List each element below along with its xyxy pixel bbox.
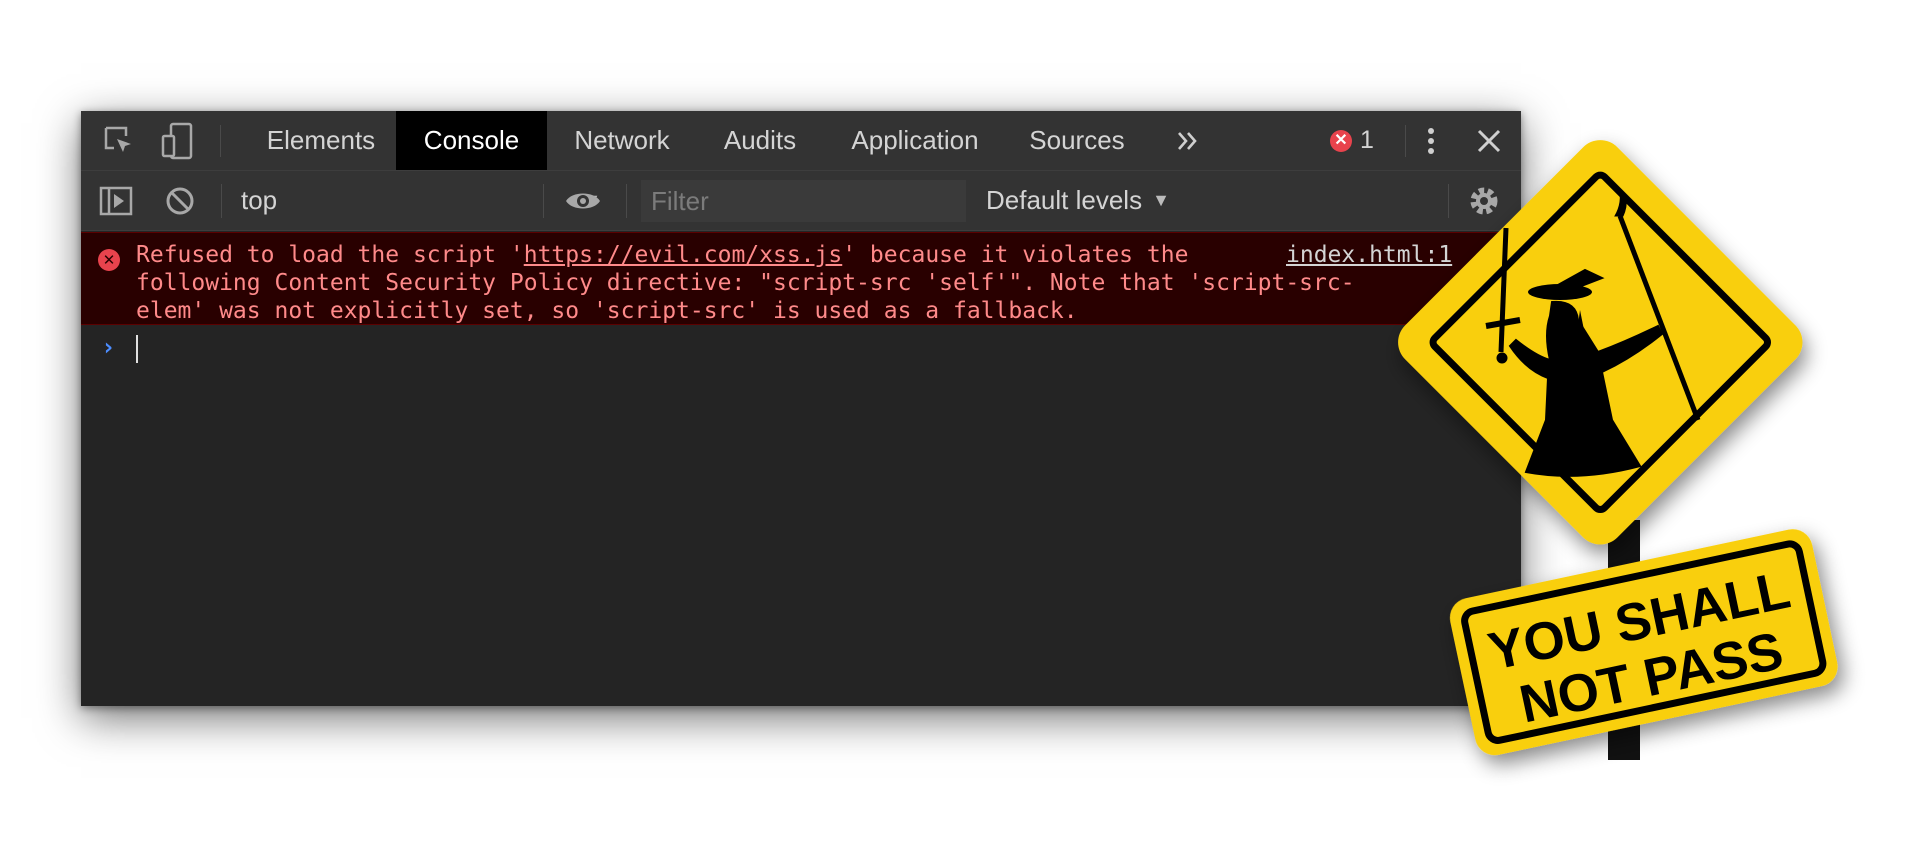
blocked-script-link[interactable]: https://evil.com/xss.js [524, 242, 843, 268]
show-sidebar-icon[interactable] [98, 183, 134, 219]
error-line2: following Content Security Policy direct… [136, 270, 1355, 296]
error-line3: elem' was not explicitly set, so 'script… [136, 298, 1078, 324]
error-text: Refused to load the script 'https://evil… [136, 241, 1406, 325]
tab-bar: Elements Console Network Audits Applicat… [81, 111, 1521, 171]
device-toolbar-icon[interactable] [159, 121, 195, 161]
filter-input[interactable] [641, 180, 966, 222]
tab-network[interactable]: Network [547, 111, 697, 170]
context-selector[interactable]: top ▼ [241, 171, 611, 230]
tab-elements[interactable]: Elements [246, 111, 396, 170]
context-value: top [241, 185, 278, 215]
levels-arrow-icon: ▼ [1152, 190, 1170, 210]
toolbar-divider-3 [626, 184, 627, 218]
tab-sources[interactable]: Sources [1007, 111, 1147, 170]
toolbar-divider [221, 184, 222, 218]
tab-audits[interactable]: Audits [697, 111, 823, 170]
inspect-element-icon[interactable] [101, 123, 137, 159]
console-error-message: ✕ Refused to load the script 'https://ev… [81, 232, 1521, 325]
console-prompt-icon: › [101, 333, 116, 361]
tab-console[interactable]: Console [396, 111, 547, 170]
clear-console-icon[interactable] [162, 183, 198, 219]
sign-plate: YOU SHALL NOT PASS [1449, 529, 1838, 756]
console-input-caret[interactable] [136, 335, 138, 363]
error-line1-rest: ' because it violates the [842, 242, 1189, 268]
error-prefix: Refused to load the script ' [136, 242, 524, 268]
you-shall-not-pass-sign: YOU SHALL NOT PASS [1398, 140, 1838, 760]
tabbar-divider [220, 125, 221, 157]
more-tabs-icon[interactable] [1171, 125, 1205, 157]
tab-application[interactable]: Application [823, 111, 1007, 170]
log-levels-dropdown[interactable]: Default levels ▼ [986, 171, 1170, 230]
devtools-window: Elements Console Network Audits Applicat… [81, 111, 1521, 706]
warning-diamond [1398, 140, 1803, 545]
error-icon: ✕ [98, 249, 120, 271]
live-expression-eye-icon[interactable] [561, 183, 605, 219]
toolbar-divider-2 [543, 184, 544, 218]
log-levels-label: Default levels [986, 185, 1143, 215]
